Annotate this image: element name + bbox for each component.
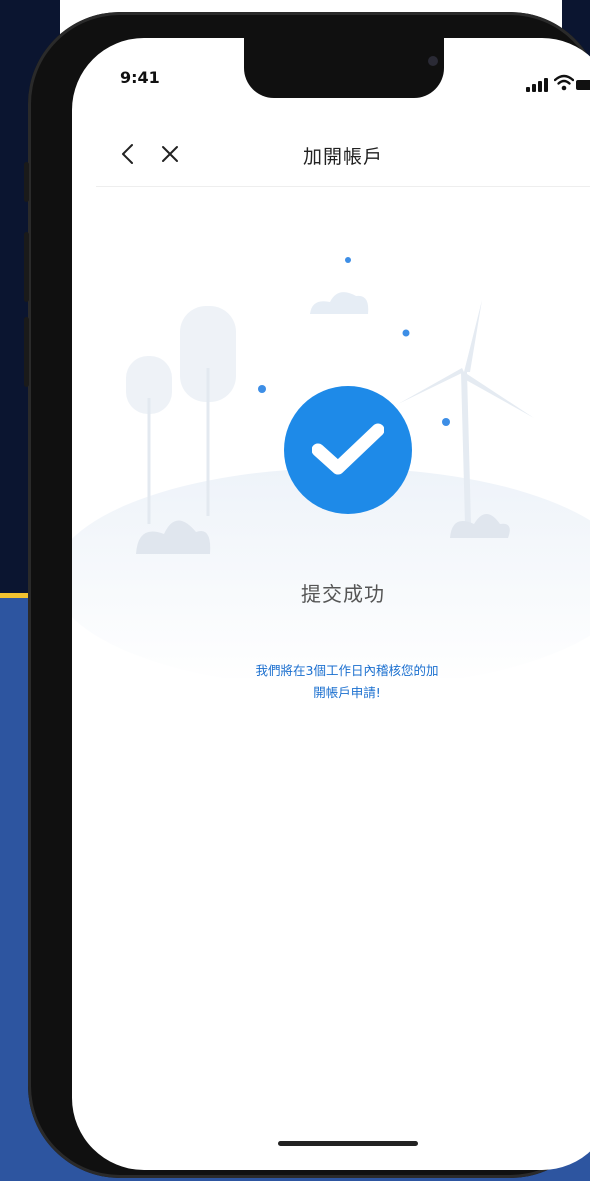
- phone-screen: 9:41 加開帳戶 提交成功 我們將在3個工作日內稽核您的加 開帳戶申請!: [72, 38, 590, 1170]
- wind-turbine-blade: [464, 372, 534, 418]
- success-message-line: 我們將在3個工作日內稽核您的加: [255, 663, 439, 678]
- side-button: [24, 162, 29, 202]
- volume-button: [24, 317, 29, 387]
- success-message-line: 開帳戶申請!: [313, 685, 381, 700]
- cloud-shape: [310, 292, 369, 314]
- success-title: 提交成功: [301, 582, 385, 606]
- wind-turbine-tower: [461, 371, 471, 525]
- decor-dot: [345, 257, 351, 263]
- decor-dot: [402, 329, 410, 337]
- wind-turbine-blade: [398, 368, 464, 404]
- decor-dot: [258, 385, 266, 393]
- success-message: 我們將在3個工作日內稽核您的加 開帳戶申請!: [222, 660, 472, 704]
- home-indicator[interactable]: [278, 1141, 418, 1146]
- wind-turbine-blade: [464, 300, 482, 372]
- success-badge: [284, 386, 412, 514]
- phone-frame: 9:41 加開帳戶 提交成功 我們將在3個工作日內稽核您的加 開帳戶申請!: [24, 12, 590, 1178]
- checkmark-icon: [312, 423, 384, 475]
- decor-dot: [442, 418, 450, 426]
- volume-button: [24, 232, 29, 302]
